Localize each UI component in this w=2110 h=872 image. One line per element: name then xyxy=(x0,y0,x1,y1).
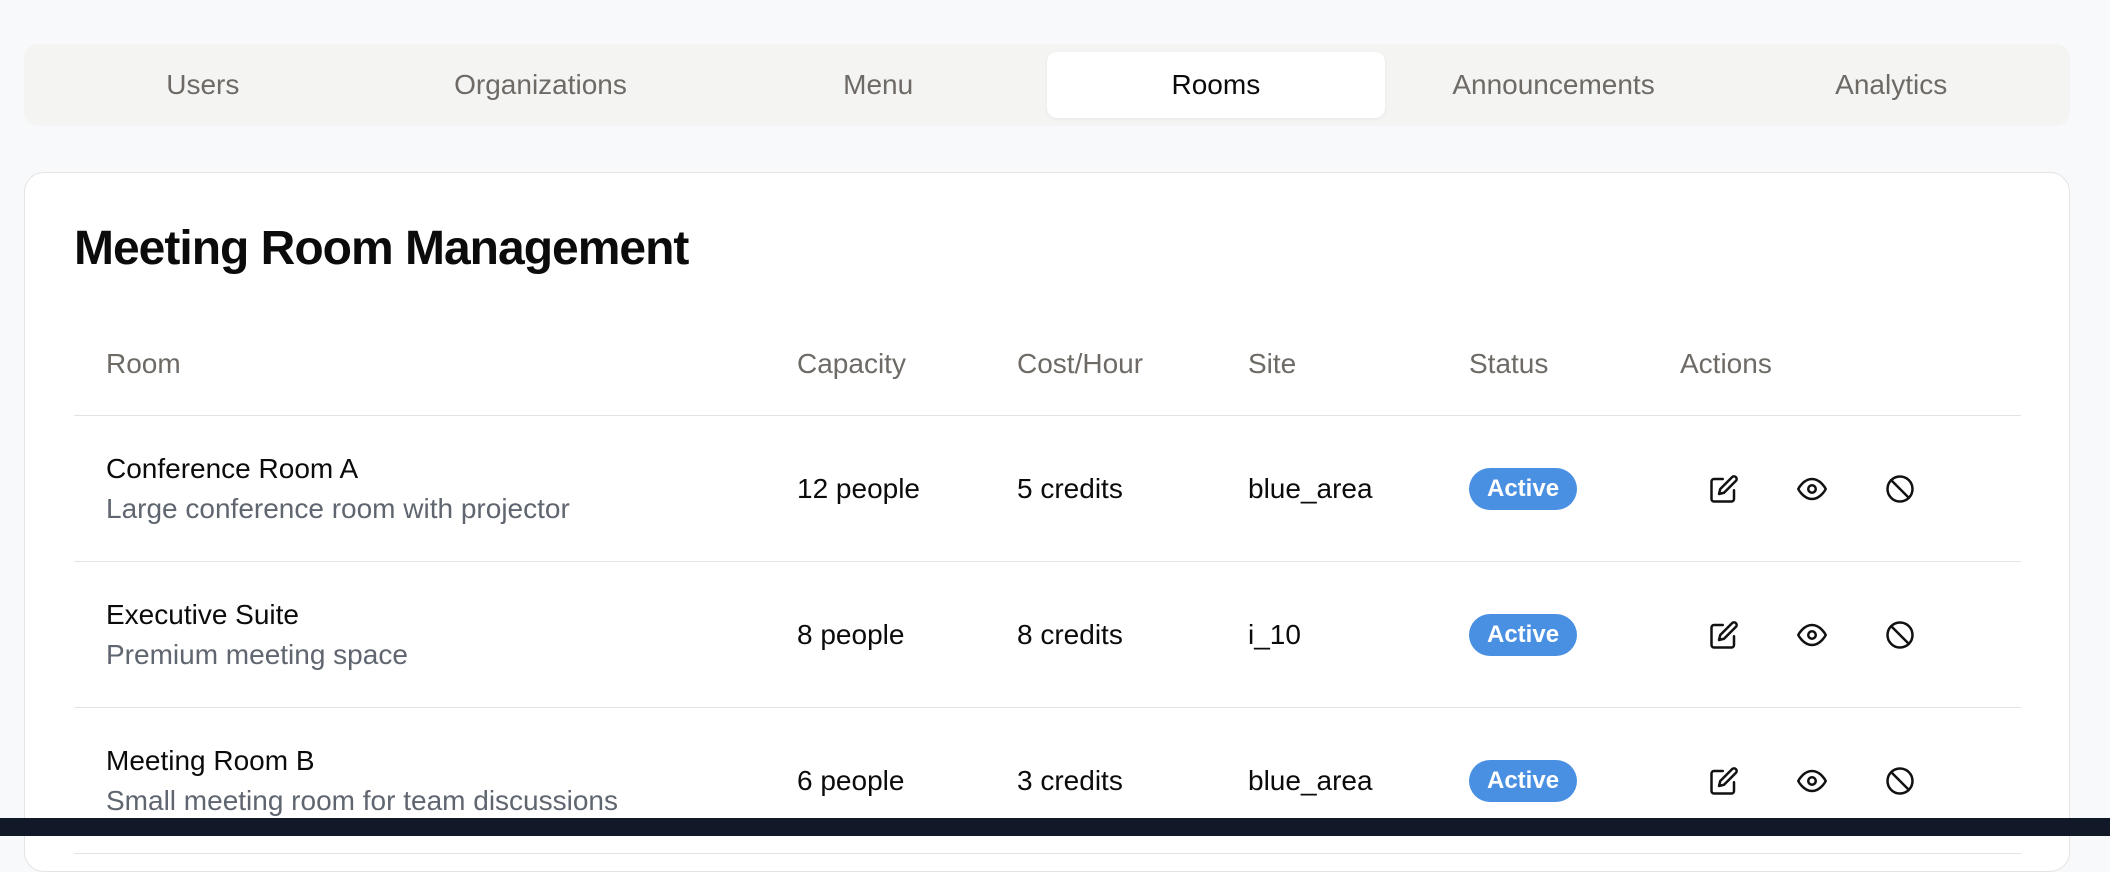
actions-cell xyxy=(1680,416,1944,561)
ban-icon xyxy=(1886,766,1914,795)
status-badge: Active xyxy=(1469,759,1578,802)
site-cell: i_10 xyxy=(1248,618,1301,650)
status-badge: Active xyxy=(1469,467,1578,510)
edit-button[interactable] xyxy=(1680,751,1768,811)
room-name: Executive Suite xyxy=(106,598,299,630)
tab-menu[interactable]: Menu xyxy=(709,52,1047,118)
eye-icon xyxy=(1797,623,1827,646)
edit-button[interactable] xyxy=(1680,605,1768,665)
page-title: Meeting Room Management xyxy=(74,222,689,275)
room-name: Meeting Room B xyxy=(106,744,315,776)
status-cell: Active xyxy=(1469,562,1578,707)
rooms-card: Meeting Room Management Room Capacity Co… xyxy=(24,172,2070,872)
table-row: Conference Room A Large conference room … xyxy=(74,416,2021,562)
tab-analytics[interactable]: Analytics xyxy=(1722,52,2060,118)
ban-icon xyxy=(1886,474,1914,503)
room-description: Small meeting room for team discussions xyxy=(106,784,618,816)
header-capacity: Capacity xyxy=(797,348,906,379)
status-cell: Active xyxy=(1469,416,1578,561)
tab-rooms[interactable]: Rooms xyxy=(1047,52,1385,118)
edit-button[interactable] xyxy=(1680,459,1768,519)
table-header: Room Capacity Cost/Hour Site Status Acti… xyxy=(74,313,2021,416)
deactivate-button[interactable] xyxy=(1856,459,1944,519)
header-cost: Cost/Hour xyxy=(1017,348,1144,379)
header-site: Site xyxy=(1248,348,1297,379)
view-button[interactable] xyxy=(1768,751,1856,811)
header-room: Room xyxy=(106,348,181,379)
header-actions: Actions xyxy=(1680,348,1772,379)
eye-icon xyxy=(1797,477,1827,500)
deactivate-button[interactable] xyxy=(1856,605,1944,665)
header-status: Status xyxy=(1469,348,1549,379)
edit-icon xyxy=(1710,620,1738,649)
room-description: Premium meeting space xyxy=(106,638,408,670)
ban-icon xyxy=(1886,620,1914,649)
site-cell: blue_area xyxy=(1248,472,1373,504)
table-row: Executive Suite Premium meeting space 8 … xyxy=(74,562,2021,708)
view-button[interactable] xyxy=(1768,605,1856,665)
rooms-table: Room Capacity Cost/Hour Site Status Acti… xyxy=(74,313,2021,854)
room-cell: Conference Room A Large conference room … xyxy=(106,416,570,561)
capacity-cell: 12 people xyxy=(797,472,921,504)
cost-cell: 8 credits xyxy=(1017,618,1123,650)
edit-icon xyxy=(1710,474,1738,503)
room-name: Conference Room A xyxy=(106,452,359,484)
tab-users[interactable]: Users xyxy=(34,52,372,118)
nav-tabs: Users Organizations Menu Rooms Announcem… xyxy=(24,44,2070,126)
actions-cell xyxy=(1680,562,1944,707)
deactivate-button[interactable] xyxy=(1856,751,1944,811)
cost-cell: 5 credits xyxy=(1017,472,1123,504)
edit-icon xyxy=(1710,766,1738,795)
tab-announcements[interactable]: Announcements xyxy=(1385,52,1723,118)
status-badge: Active xyxy=(1469,613,1578,656)
room-description: Large conference room with projector xyxy=(106,492,570,524)
bottom-bar xyxy=(0,818,2110,836)
eye-icon xyxy=(1797,769,1827,792)
room-cell: Executive Suite Premium meeting space xyxy=(106,562,408,707)
tab-organizations[interactable]: Organizations xyxy=(372,52,710,118)
view-button[interactable] xyxy=(1768,459,1856,519)
capacity-cell: 8 people xyxy=(797,618,905,650)
